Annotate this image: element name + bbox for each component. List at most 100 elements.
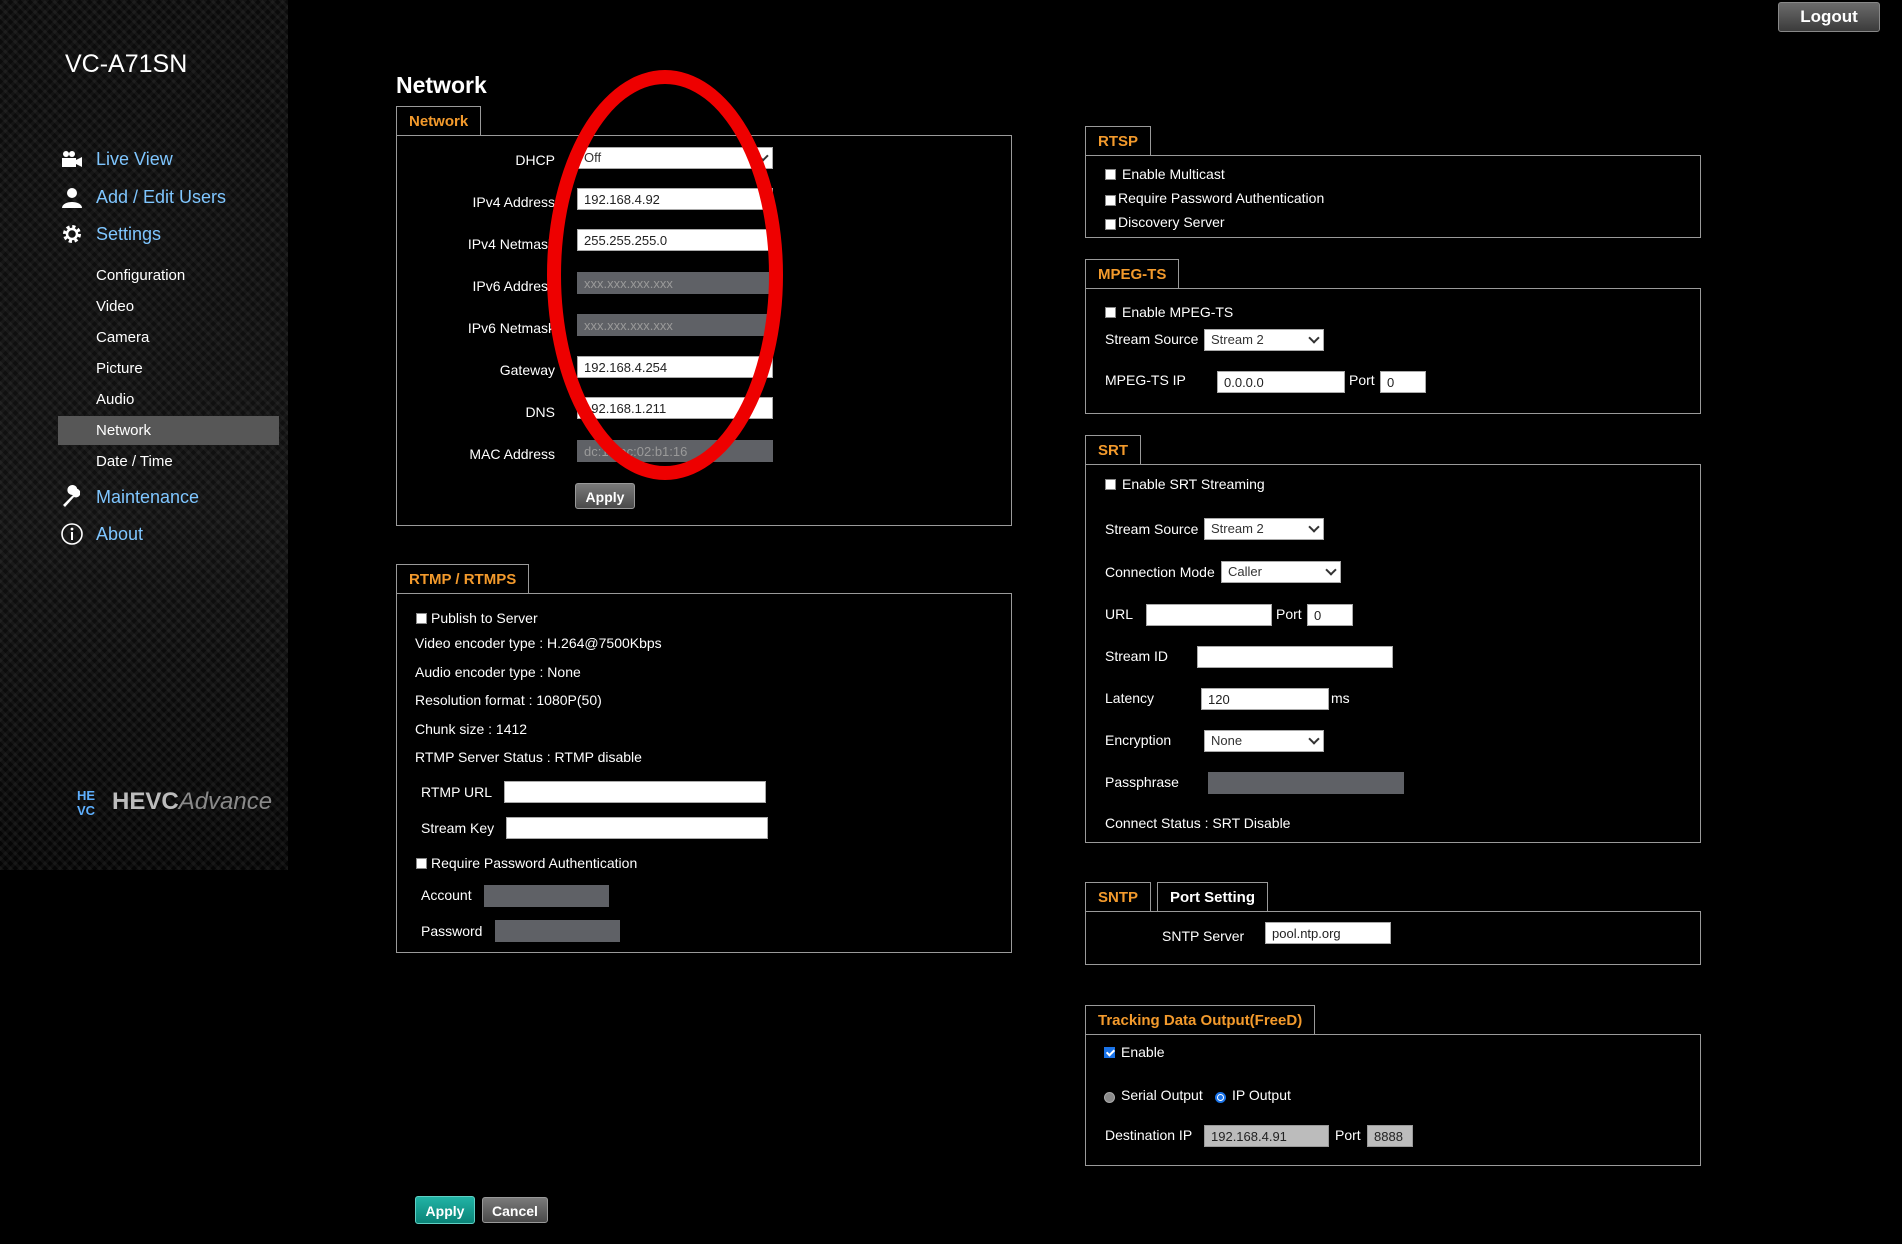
ipv4-address-label: IPv4 Address [472,194,556,210]
latency-input[interactable]: 120 [1201,688,1329,710]
nav-maintenance[interactable]: Maintenance [58,483,199,511]
nav-sub-configuration[interactable]: Configuration [58,261,279,290]
ipv4-netmask-input[interactable]: 255.255.255.0 [577,229,773,251]
rtsp-require-auth-checkbox[interactable] [1105,195,1116,206]
tab-sntp[interactable]: SNTP [1085,882,1152,911]
nav-settings-label: Settings [96,223,162,244]
svg-text:VC: VC [77,803,96,817]
latency-label: Latency [1105,690,1155,706]
cancel-button[interactable]: Cancel [482,1197,548,1223]
nav-maintenance-label: Maintenance [96,486,200,507]
nav-live-view-label: Live View [96,148,173,169]
rtmp-url-input[interactable] [504,781,766,803]
tab-mpegts[interactable]: MPEG-TS [1085,259,1180,288]
tab-network[interactable]: Network [396,106,482,135]
mpegts-stream-source-label: Stream Source [1105,331,1199,347]
dhcp-label: DHCP [515,152,555,168]
nav-add-edit-users[interactable]: Add / Edit Users [58,183,226,211]
stream-id-label: Stream ID [1105,648,1169,664]
rtmp-info-resolution: Resolution format : 1080P(50) [415,692,602,708]
connection-mode-select[interactable]: Caller [1221,561,1341,583]
passphrase-input [1208,772,1404,794]
latency-unit: ms [1331,690,1350,706]
destination-ip-input[interactable]: 192.168.4.91 [1204,1125,1329,1147]
tab-rtsp[interactable]: RTSP [1085,126,1152,155]
publish-to-server-label: Publish to Server [431,610,538,626]
page-title: Network [396,72,487,98]
tab-freed[interactable]: Tracking Data Output(FreeD) [1085,1005,1316,1034]
gateway-input[interactable]: 192.168.4.254 [577,356,773,378]
nav-about[interactable]: About [58,520,143,548]
srt-stream-source-label: Stream Source [1105,521,1199,537]
srt-port-input[interactable]: 0 [1307,604,1353,626]
serial-output-radio[interactable] [1104,1092,1115,1103]
rtmp-info-video: Video encoder type : H.264@7500Kbps [415,635,662,651]
stream-id-input[interactable] [1197,646,1393,668]
nav-sub-video[interactable]: Video [58,292,279,321]
tab-rtmp[interactable]: RTMP / RTMPS [396,564,530,593]
connection-mode-label: Connection Mode [1105,564,1215,580]
tab-srt[interactable]: SRT [1085,435,1141,464]
camera-icon [58,145,86,173]
mac-address-label: MAC Address [469,446,555,462]
ipv6-netmask-label: IPv6 Netmask [467,320,555,336]
password-label: Password [421,923,483,939]
passphrase-label: Passphrase [1105,774,1179,790]
enable-srt-checkbox[interactable] [1105,479,1116,490]
account-input [484,885,609,907]
nav-about-label: About [96,523,144,544]
gateway-label: Gateway [499,362,555,378]
encryption-select[interactable]: None [1204,730,1324,752]
nav-settings[interactable]: Settings [58,220,161,248]
freed-port-label: Port [1335,1127,1361,1143]
hevc-logo-text: HEVCAdvance [112,788,273,815]
ipv6-netmask-input: xxx.xxx.xxx.xxx [577,314,773,336]
freed-enable-label: Enable [1121,1044,1165,1060]
dhcp-select[interactable]: Off [577,147,773,169]
model-name: VC-A71SN [65,50,188,78]
enable-mpegts-checkbox[interactable] [1105,307,1116,318]
account-label: Account [421,887,472,903]
password-input [495,920,620,942]
rtsp-require-auth-label: Require Password Authentication [1118,190,1325,206]
ipv6-address-label: IPv6 Address [472,278,556,294]
mpegts-stream-source-select[interactable]: Stream 2 [1204,329,1324,351]
nav-sub-camera[interactable]: Camera [58,323,279,352]
srt-url-input[interactable] [1146,604,1272,626]
nav-sub-date-time[interactable]: Date / Time [58,447,279,476]
stream-key-input[interactable] [506,817,768,839]
svg-text:HE: HE [77,788,95,803]
freed-enable-checkbox[interactable] [1104,1047,1115,1058]
dns-input[interactable]: 192.168.1.211 [577,397,773,419]
stream-key-label: Stream Key [421,820,495,836]
ip-output-label: IP Output [1232,1087,1291,1103]
logout-button[interactable]: Logout [1778,2,1880,32]
nav-sub-picture[interactable]: Picture [58,354,279,383]
tab-port-setting[interactable]: Port Setting [1157,882,1268,911]
ip-output-radio[interactable] [1215,1092,1226,1103]
nav-live-view[interactable]: Live View [58,145,173,173]
enable-multicast-label: Enable Multicast [1122,166,1225,182]
nav-sub-network[interactable]: Network [58,416,279,445]
nav-sub-audio[interactable]: Audio [58,385,279,414]
discovery-server-checkbox[interactable] [1105,219,1116,230]
enable-multicast-checkbox[interactable] [1105,169,1116,180]
srt-connect-status: Connect Status : SRT Disable [1105,815,1291,831]
publish-to-server-checkbox[interactable] [416,613,427,624]
mpegts-port-input[interactable]: 0 [1380,371,1426,393]
hevc-logo-mark: HE VC [77,788,96,817]
apply-button[interactable]: Apply [415,1196,475,1224]
mpegts-port-label: Port [1349,372,1375,388]
srt-stream-source-select[interactable]: Stream 2 [1204,518,1324,540]
srt-url-label: URL [1105,606,1134,622]
ipv4-address-input[interactable]: 192.168.4.92 [577,188,773,210]
rtmp-require-auth-checkbox[interactable] [416,858,427,869]
destination-ip-label: Destination IP [1105,1127,1193,1143]
freed-port-input[interactable]: 8888 [1367,1125,1413,1147]
sntp-server-input[interactable]: pool.ntp.org [1265,922,1391,944]
discovery-server-label: Discovery Server [1118,214,1225,230]
mac-address-input: dc:12:ac:02:b1:16 [577,440,773,462]
enable-mpegts-label: Enable MPEG-TS [1122,304,1234,320]
network-apply-button[interactable]: Apply [575,483,635,509]
mpegts-ip-input[interactable]: 0.0.0.0 [1217,371,1345,393]
